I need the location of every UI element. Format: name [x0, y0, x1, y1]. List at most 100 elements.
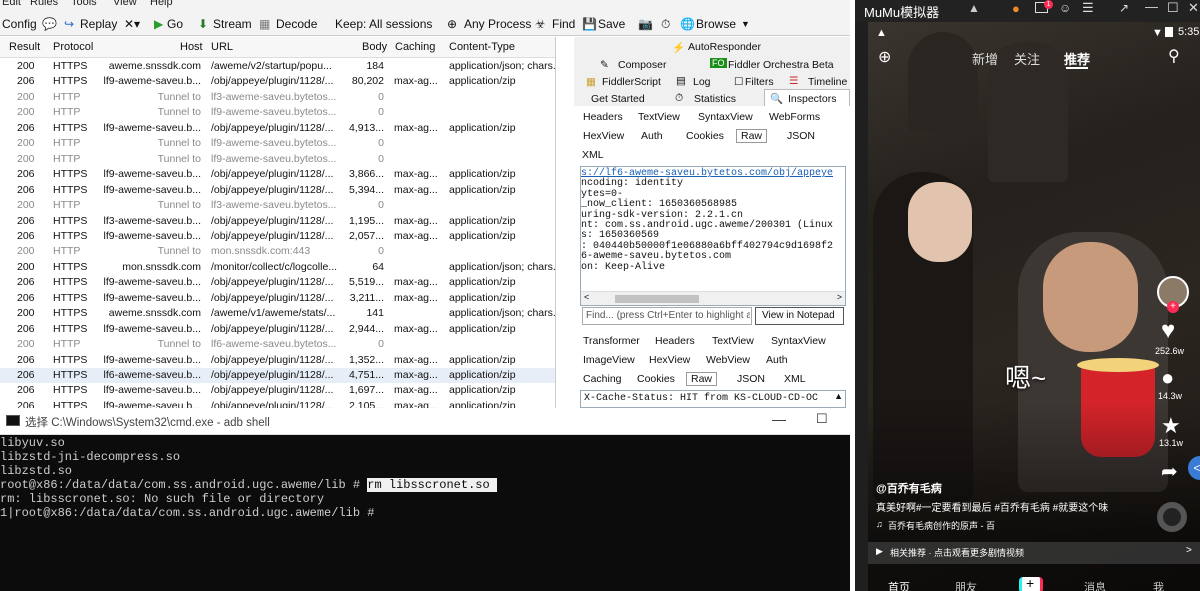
- tab-timeline[interactable]: Timeline: [808, 76, 847, 88]
- timer-icon[interactable]: ⏱: [661, 17, 670, 32]
- go-button[interactable]: Go: [167, 17, 183, 31]
- menu-icon[interactable]: ☰: [1082, 0, 1094, 16]
- req-tab-xml[interactable]: XML: [582, 149, 604, 161]
- tab-composer[interactable]: Composer: [618, 59, 666, 71]
- column-caching[interactable]: Caching: [395, 41, 435, 53]
- add-live-icon[interactable]: ⊕: [878, 47, 891, 67]
- save-button[interactable]: Save: [598, 17, 625, 31]
- table-row[interactable]: 206 HTTPS lf9-aweme-saveu.b... /obj/appeye/…: [0, 74, 555, 89]
- browse-dropdown-icon[interactable]: ▼: [741, 19, 750, 29]
- req-tab-json[interactable]: JSON: [787, 130, 815, 142]
- table-row[interactable]: 200 HTTPS aweme.snssdk.com/aweme/v1/aweme/…: [0, 306, 555, 321]
- screenshot-icon[interactable]: 📷: [638, 17, 653, 31]
- music-title[interactable]: 百乔有毛病创作的原声 - 百: [888, 519, 995, 532]
- minimize-button[interactable]: —: [772, 411, 786, 427]
- table-row[interactable]: 206 HTTPS lf9-aweme-saveu.b... /obj/appeye/…: [0, 399, 555, 408]
- tab-log[interactable]: Log: [693, 76, 711, 88]
- view-in-notepad-button[interactable]: View in Notepad: [755, 307, 844, 325]
- table-row[interactable]: 206 HTTPS lf9-aweme-saveu.b... /obj/appeye/…: [0, 121, 555, 136]
- table-row[interactable]: 200 HTTP Tunnel to mon.snssdk.com:443 0: [0, 244, 555, 259]
- browse-button[interactable]: Browse: [696, 17, 736, 31]
- table-row[interactable]: 200 HTTP Tunnel to lf3-aweme-saveu.bytetos.…: [0, 198, 555, 213]
- menu-rules[interactable]: Rules: [30, 0, 58, 8]
- search-icon[interactable]: ⚲: [1168, 46, 1180, 66]
- share-icon[interactable]: ➦: [1161, 459, 1178, 484]
- table-row[interactable]: 206 HTTPS lf9-aweme-saveu.b... /obj/appeye/…: [0, 183, 555, 198]
- table-row[interactable]: 200 HTTPS aweme.snssdk.com/aweme/v2/startu…: [0, 59, 555, 74]
- resp-tab-hexview[interactable]: HexView: [649, 354, 690, 366]
- close-icon[interactable]: ✕: [1188, 0, 1199, 16]
- resp-tab-raw[interactable]: Raw: [686, 372, 718, 386]
- response-raw-view[interactable]: X-Cache-Status: HIT from KS-CLOUD-CD-OC …: [580, 390, 846, 408]
- config-button[interactable]: Config: [2, 17, 37, 31]
- music-disc-icon[interactable]: [1157, 502, 1187, 532]
- req-tab-hexview[interactable]: HexView: [583, 130, 624, 142]
- find-input[interactable]: Find... (press Ctrl+Enter to highlight a…: [582, 307, 752, 325]
- resp-tab-syntaxview[interactable]: SyntaxView: [771, 335, 826, 347]
- scroll-left-icon[interactable]: <: [584, 292, 589, 302]
- remove-icon[interactable]: ✕▾: [124, 17, 140, 31]
- table-row[interactable]: 206 HTTPS lf9-aweme-saveu.b... /obj/appeye/…: [0, 275, 555, 290]
- author-name[interactable]: @百乔有毛病: [876, 480, 942, 496]
- nav-friends[interactable]: 朋友: [955, 579, 977, 591]
- any-process-button[interactable]: Any Process: [464, 17, 531, 31]
- table-row[interactable]: 206 HTTPS lf6-aweme-saveu.b... /obj/appeye/…: [0, 368, 555, 384]
- column-url[interactable]: URL: [211, 41, 233, 53]
- req-tab-headers[interactable]: Headers: [583, 111, 623, 123]
- column-result[interactable]: Result: [9, 41, 40, 53]
- table-row[interactable]: 206 HTTPS lf9-aweme-saveu.b... /obj/appeye/…: [0, 322, 555, 337]
- table-row[interactable]: 200 HTTP Tunnel to lf3-aweme-saveu.bytetos.…: [0, 90, 555, 105]
- table-row[interactable]: 206 HTTPS lf9-aweme-saveu.b... /obj/appeye/…: [0, 167, 555, 182]
- column-host[interactable]: Host: [180, 41, 203, 53]
- menu-view[interactable]: View: [113, 0, 137, 8]
- replay-button[interactable]: Replay: [80, 17, 117, 31]
- tab-inspectors[interactable]: Inspectors: [788, 93, 836, 105]
- keep-sessions-dropdown[interactable]: Keep: All sessions: [335, 17, 432, 31]
- tab-get-started[interactable]: Get Started: [591, 93, 645, 105]
- like-icon[interactable]: ♥: [1161, 317, 1175, 345]
- resp-tab-cookies[interactable]: Cookies: [637, 373, 675, 385]
- table-row[interactable]: 200 HTTP Tunnel to lf9-aweme-saveu.bytetos.…: [0, 105, 555, 120]
- tab-statistics[interactable]: Statistics: [694, 93, 736, 105]
- filters-checkbox[interactable]: ☐: [734, 76, 743, 88]
- maximize-icon[interactable]: ☐: [1167, 0, 1179, 16]
- table-row[interactable]: 206 HTTPS lf9-aweme-saveu.b... /obj/appeye/…: [0, 229, 555, 244]
- menu-edit[interactable]: Edit: [2, 0, 21, 8]
- tab-recommended[interactable]: 推荐: [1064, 49, 1090, 68]
- req-tab-cookies[interactable]: Cookies: [686, 130, 724, 142]
- maximize-button[interactable]: ☐: [816, 411, 828, 427]
- nav-messages[interactable]: 消息: [1084, 579, 1106, 591]
- decode-button[interactable]: Decode: [276, 17, 317, 31]
- column-content-type[interactable]: Content-Type: [449, 41, 515, 53]
- resp-tab-transformer[interactable]: Transformer: [583, 335, 640, 347]
- resp-tab-caching[interactable]: Caching: [583, 373, 622, 385]
- tab-filters[interactable]: Filters: [745, 76, 774, 88]
- req-tab-webforms[interactable]: WebForms: [769, 111, 820, 123]
- scrollbar-thumb[interactable]: [615, 295, 699, 303]
- tab-following[interactable]: 关注: [1014, 49, 1040, 68]
- stream-button[interactable]: Stream: [213, 17, 252, 31]
- table-row[interactable]: 200 HTTP Tunnel to lf6-aweme-saveu.bytetos.…: [0, 337, 555, 352]
- request-raw-view[interactable]: s://lf6-aweme-saveu.bytetos.com/obj/appe…: [580, 166, 846, 306]
- selected-command[interactable]: rm libsscronet.so: [367, 478, 497, 492]
- table-row[interactable]: 206 HTTPS lf9-aweme-saveu.b... /obj/appeye/…: [0, 353, 555, 368]
- menu-help[interactable]: Help: [150, 0, 173, 8]
- column-protocol[interactable]: Protocol: [53, 41, 93, 53]
- cmd-console[interactable]: libyuv.so libzstd-jni-decompress.so libz…: [0, 435, 850, 591]
- related-bar[interactable]: ▶ 相关推荐 · 点击观看更多剧情视频 >: [868, 542, 1200, 564]
- tab-fiddlerscript[interactable]: FiddlerScript: [602, 76, 661, 88]
- nav-me[interactable]: 我: [1153, 579, 1164, 591]
- resp-tab-textview[interactable]: TextView: [712, 335, 754, 347]
- req-tab-raw[interactable]: Raw: [736, 129, 768, 143]
- table-row[interactable]: 206 HTTPS lf9-aweme-saveu.b... /obj/appeye/…: [0, 291, 555, 306]
- nav-home[interactable]: 首页: [888, 579, 910, 591]
- phone-screen[interactable]: ▲ ▼ 5:35 ⊕ 新增 关注 推荐 ⚲ 嗯~ + ♥ 252.6w ● 14…: [868, 22, 1200, 591]
- column-body[interactable]: Body: [362, 41, 387, 53]
- req-tab-auth[interactable]: Auth: [641, 130, 663, 142]
- menu-tools[interactable]: Tools: [71, 0, 97, 8]
- minimize-icon[interactable]: —: [1145, 0, 1158, 14]
- comment-icon[interactable]: ●: [1161, 365, 1174, 391]
- publish-button[interactable]: +: [1019, 575, 1043, 591]
- resp-tab-headers[interactable]: Headers: [655, 335, 695, 347]
- table-row[interactable]: 200 HTTP Tunnel to lf9-aweme-saveu.bytetos.…: [0, 136, 555, 151]
